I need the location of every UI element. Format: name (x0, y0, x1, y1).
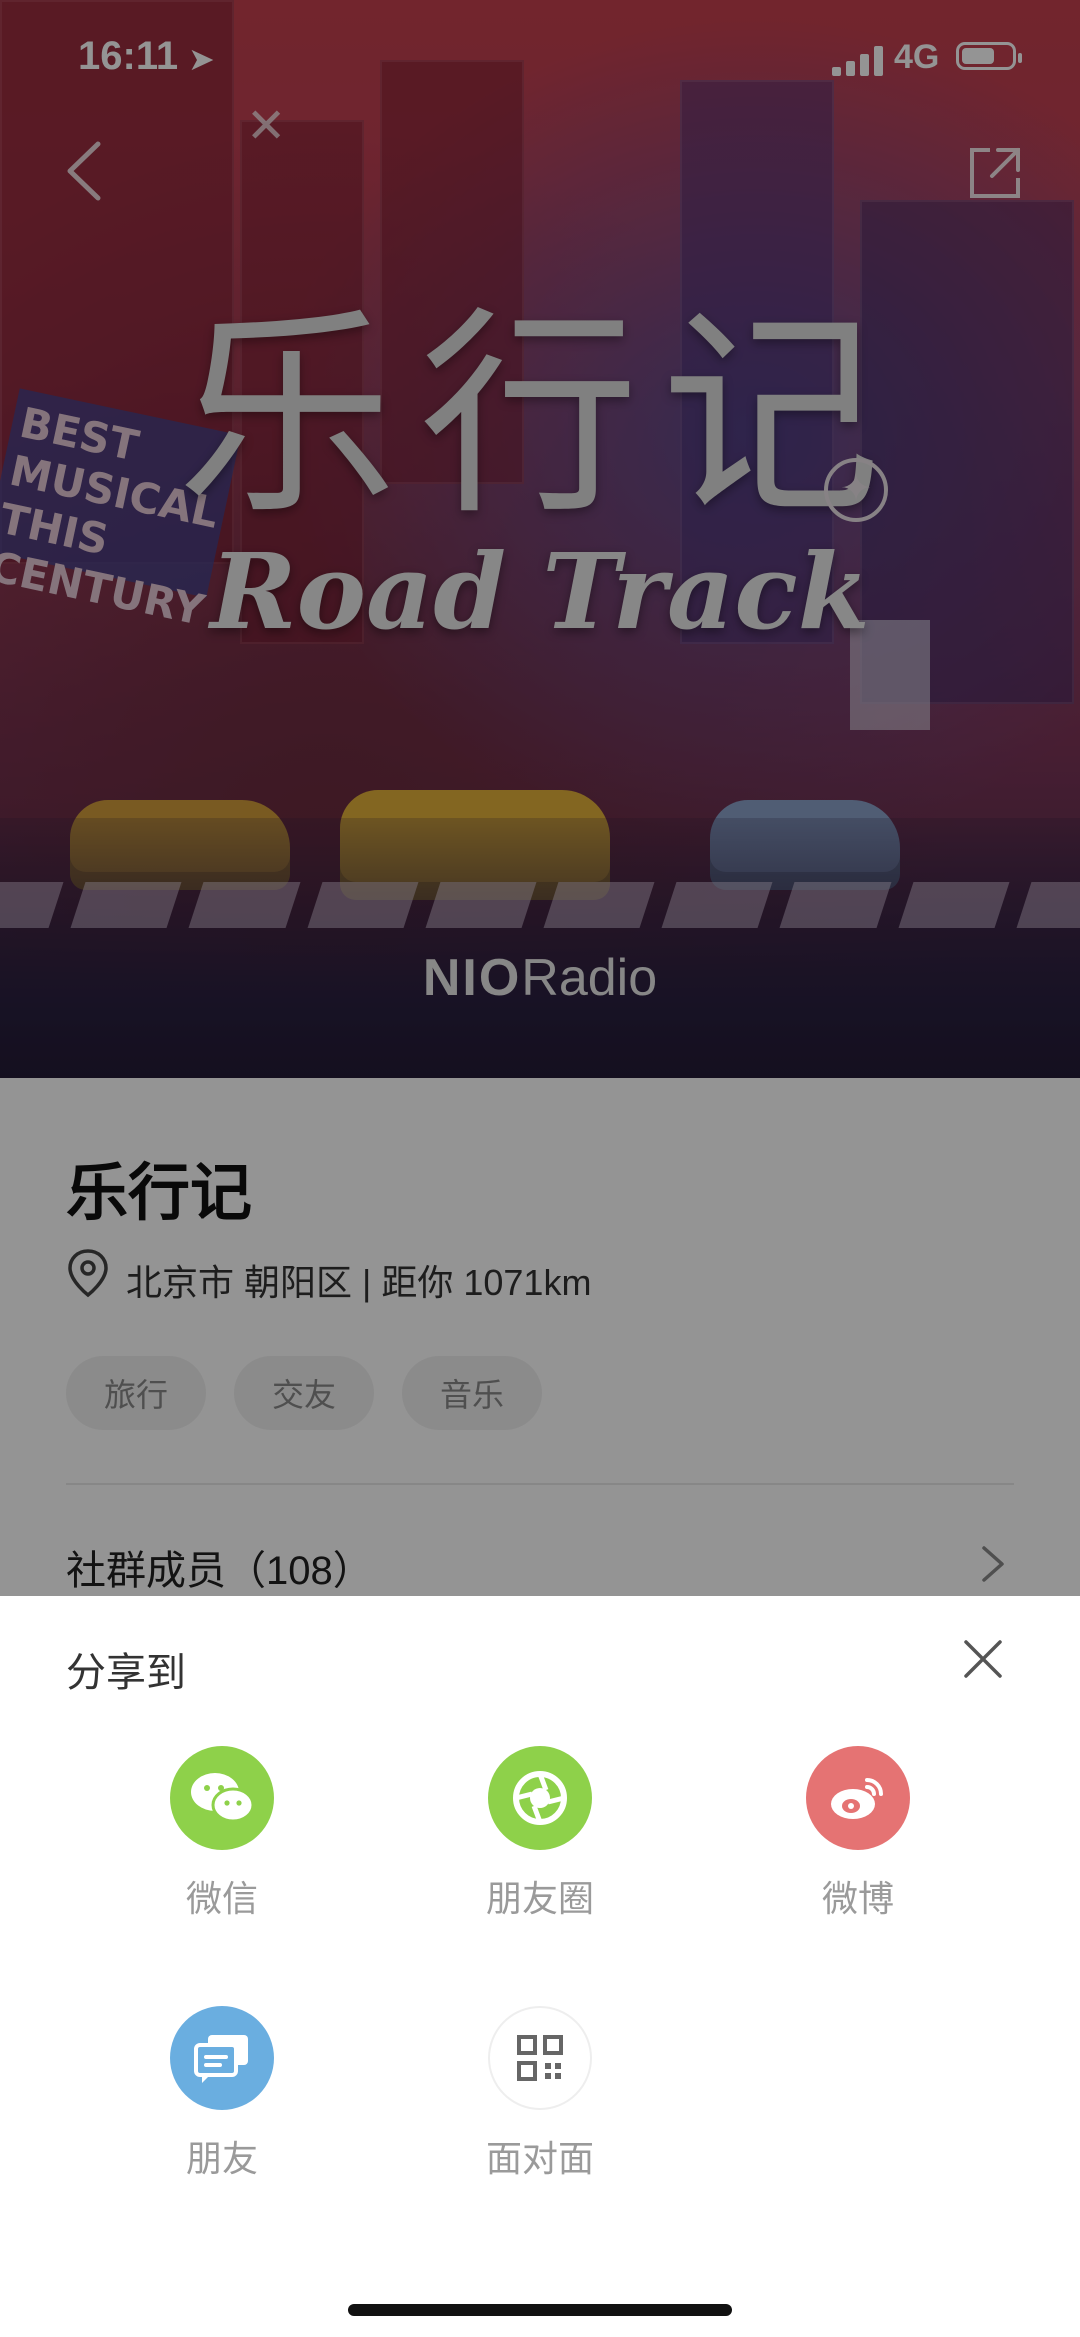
moments-icon (488, 1746, 592, 1850)
share-sheet: 分享到 微信 朋友圈 微博 朋友 面对面 (0, 1596, 1080, 2337)
share-option-friends[interactable]: 朋友 (112, 2006, 332, 2182)
share-option-label: 朋友圈 (485, 1878, 594, 1919)
friends-icon (170, 2006, 274, 2110)
home-indicator[interactable] (348, 2304, 732, 2316)
share-option-label: 朋友 (185, 2138, 258, 2179)
share-sheet-title: 分享到 (66, 1651, 186, 1695)
qrcode-icon (488, 2006, 592, 2110)
share-option-label: 微博 (821, 1878, 894, 1919)
share-option-moments[interactable]: 朋友圈 (430, 1746, 650, 1922)
share-option-label: 微信 (185, 1878, 258, 1919)
wechat-icon (170, 1746, 274, 1850)
share-option-weibo[interactable]: 微博 (748, 1746, 968, 1922)
close-icon[interactable] (960, 1636, 1006, 1682)
weibo-icon (806, 1746, 910, 1850)
share-option-face-to-face[interactable]: 面对面 (430, 2006, 650, 2182)
share-option-wechat[interactable]: 微信 (112, 1746, 332, 1922)
share-option-label: 面对面 (485, 2138, 594, 2179)
modal-overlay[interactable] (0, 0, 1080, 1596)
